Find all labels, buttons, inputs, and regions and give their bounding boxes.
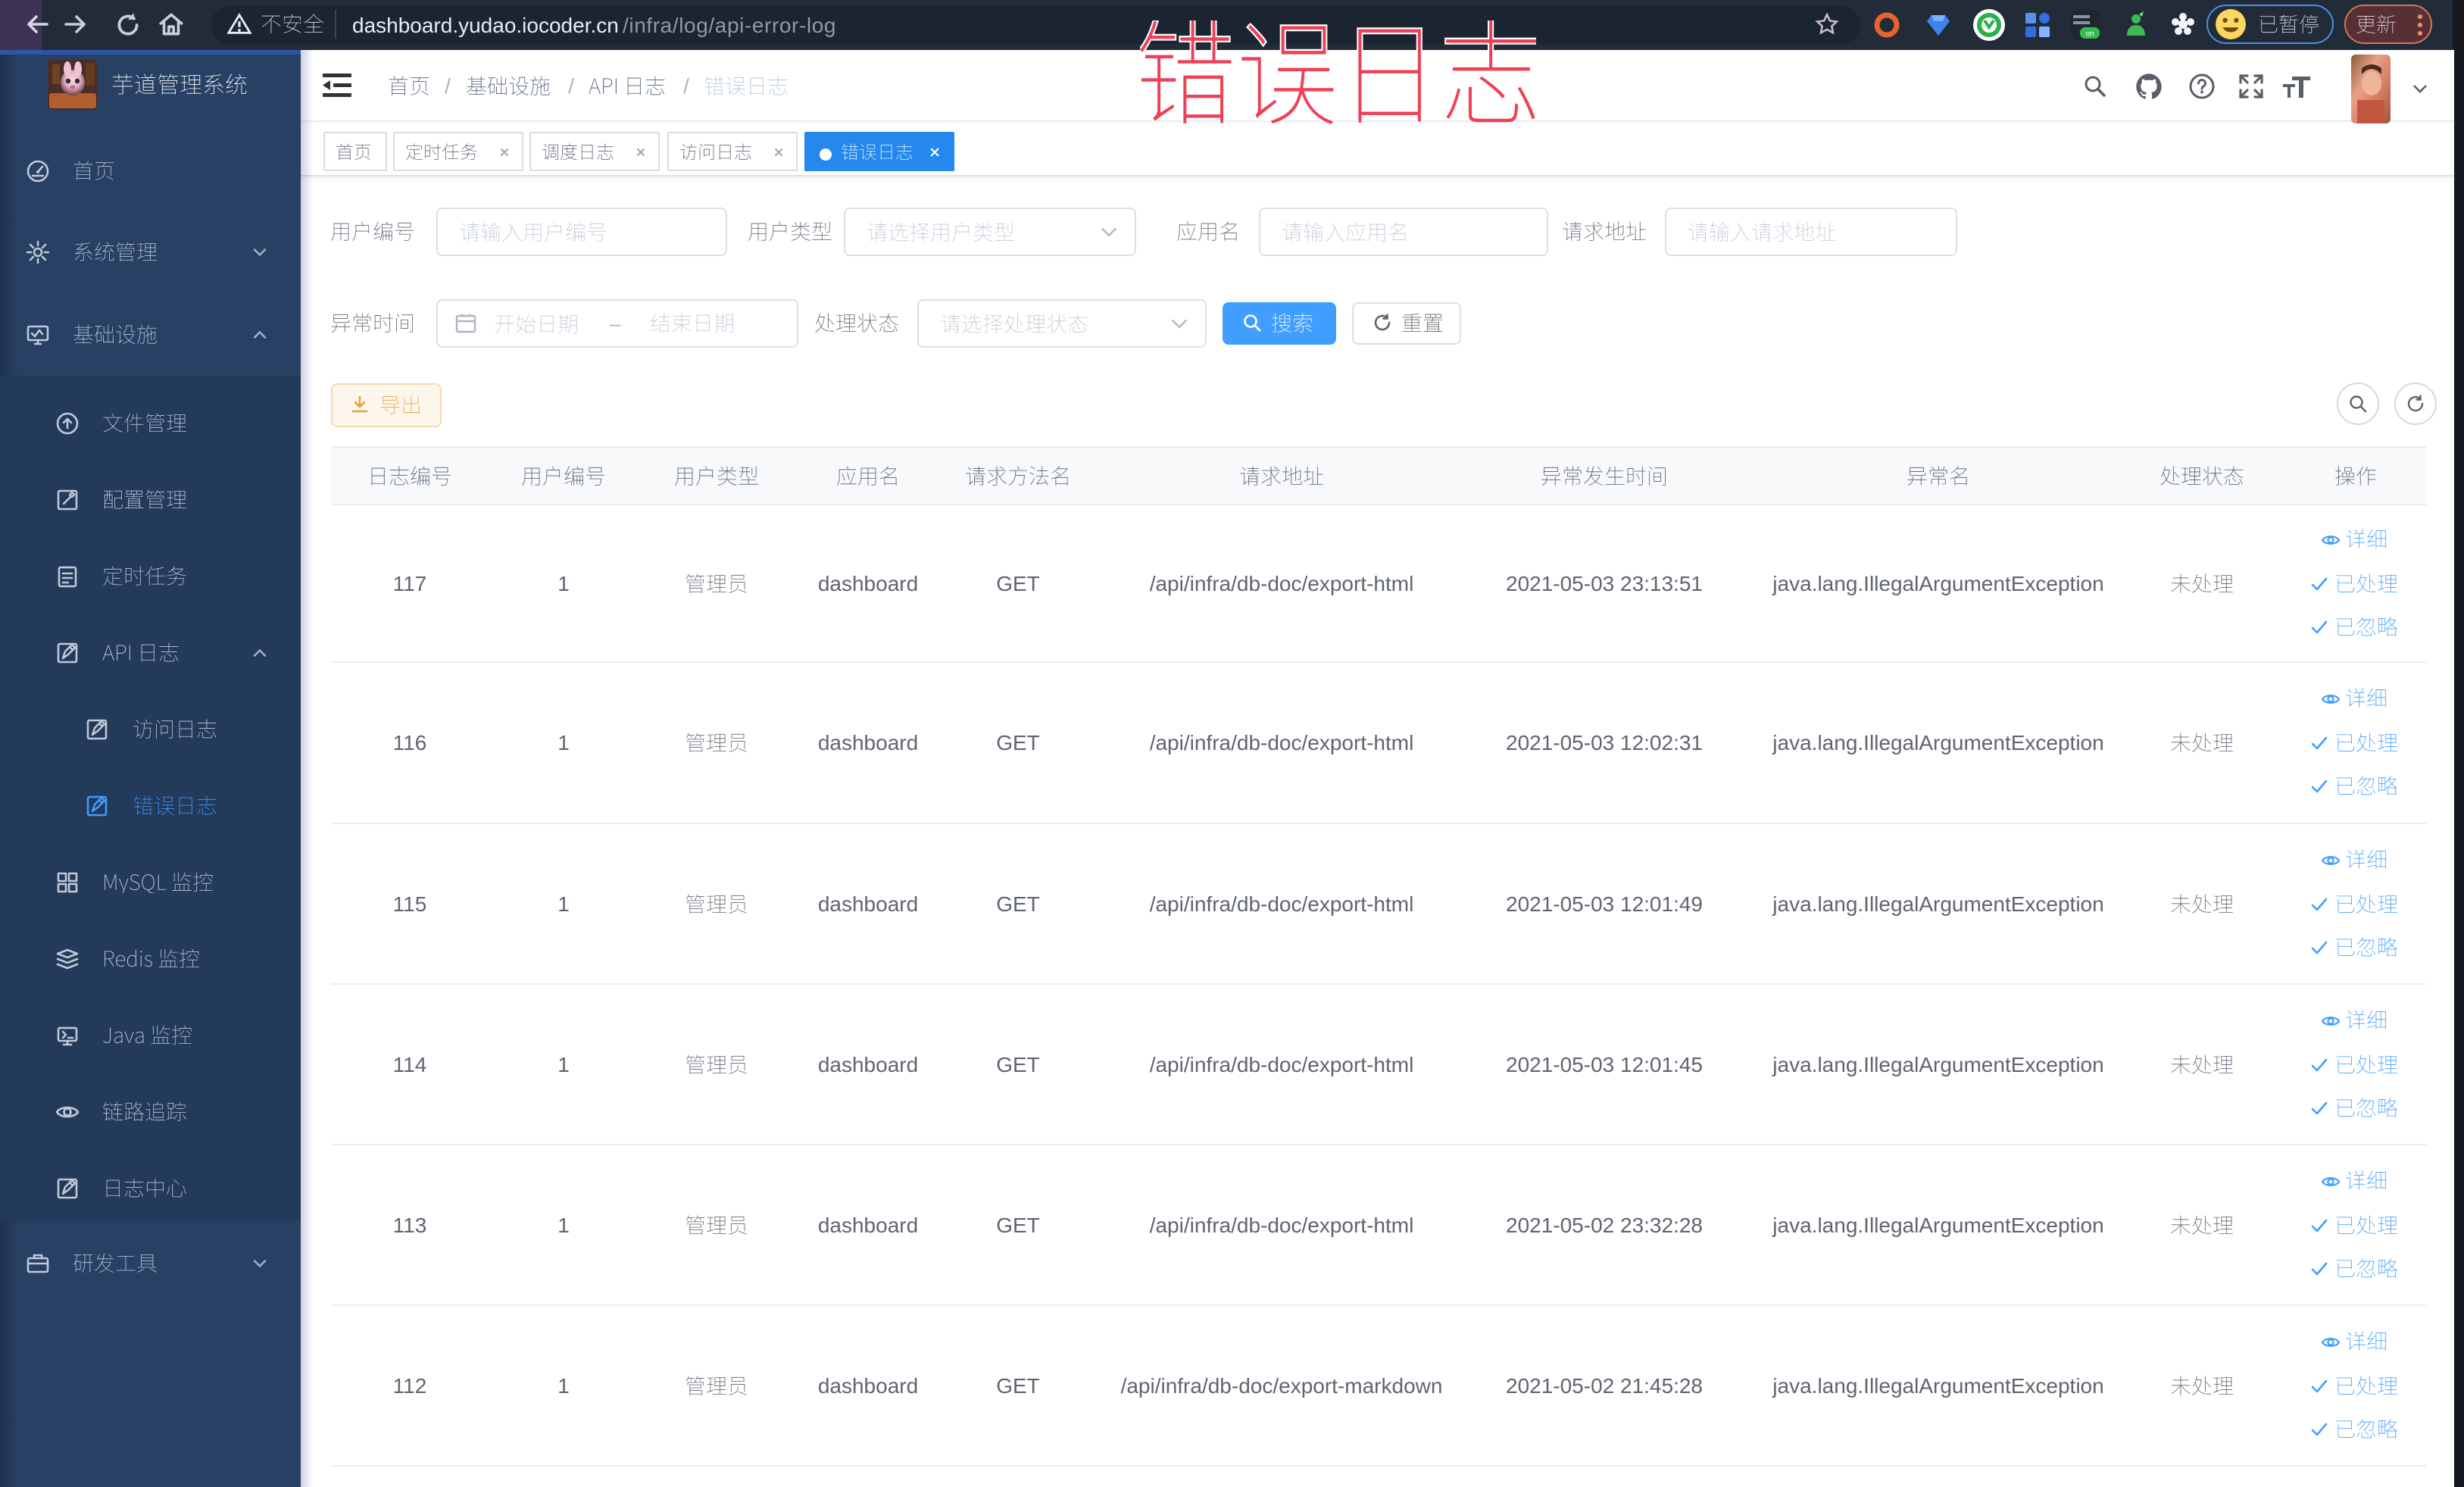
svg-text:on: on <box>2085 30 2094 39</box>
